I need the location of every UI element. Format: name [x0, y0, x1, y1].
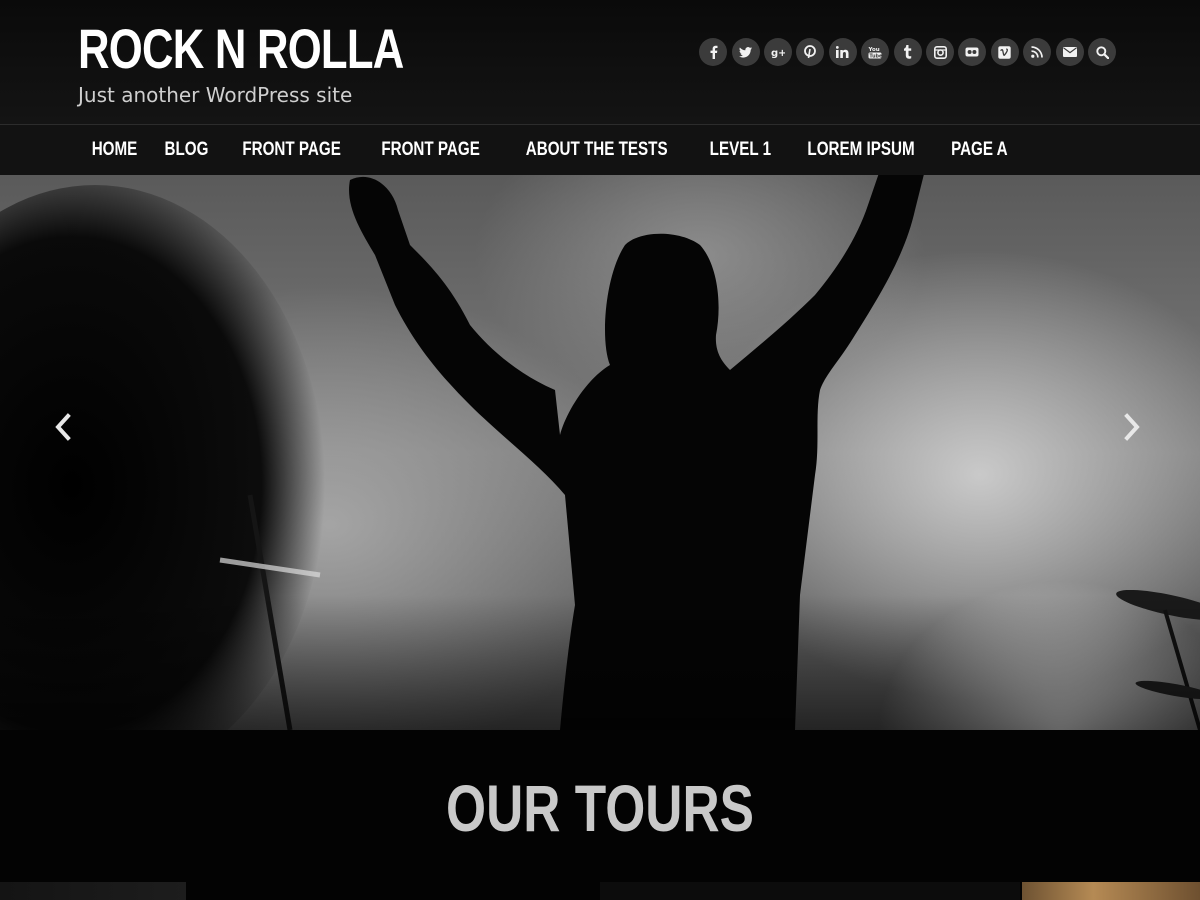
hero-image	[0, 175, 1200, 730]
nav-item-level-1[interactable]: LEVEL 1	[695, 125, 785, 175]
site-tagline: Just another WordPress site	[78, 83, 353, 107]
linkedin-icon[interactable]	[828, 38, 857, 66]
svg-text:Tube: Tube	[870, 53, 883, 59]
nav-item-lorem-ipsum[interactable]: LOREM IPSUM	[793, 125, 929, 175]
facebook-icon[interactable]	[699, 38, 728, 66]
search-icon[interactable]	[1088, 38, 1116, 66]
rss-icon[interactable]	[1023, 38, 1052, 66]
vimeo-icon[interactable]	[990, 38, 1019, 66]
svg-text:You: You	[868, 47, 880, 53]
nav-item-front-page[interactable]: FRONT PAGE	[228, 125, 355, 175]
pinterest-icon[interactable]	[796, 38, 825, 66]
google-plus-icon[interactable]: g+	[764, 38, 793, 66]
chevron-left-icon	[55, 413, 71, 441]
site-title[interactable]: ROCK N ROLLA	[78, 14, 404, 84]
envelope-icon[interactable]	[1055, 38, 1084, 66]
tours-heading: OUR TOURS	[446, 771, 754, 845]
nav-item-blog[interactable]: BLOG	[150, 125, 223, 175]
nav-item-about-the-tests[interactable]: ABOUT THE TESTS	[512, 125, 683, 175]
nav-item-page-a[interactable]: PAGE A	[937, 125, 1022, 175]
nav-menu: HOME BLOG FRONT PAGE FRONT PAGE ABOUT TH…	[0, 125, 1200, 175]
social-links: g+ You Tube	[699, 38, 1116, 66]
tour-thumbnail[interactable]	[0, 882, 186, 900]
svg-text:g+: g+	[771, 48, 785, 58]
tours-section: OUR TOURS	[0, 730, 1200, 900]
slider-prev-button[interactable]	[48, 407, 78, 447]
site-header: ROCK N ROLLA Just another WordPress site…	[0, 0, 1200, 124]
tour-thumbnail[interactable]	[1022, 882, 1200, 900]
youtube-icon[interactable]: You Tube	[861, 38, 890, 66]
main-navigation: HOME BLOG FRONT PAGE FRONT PAGE ABOUT TH…	[0, 124, 1200, 175]
tour-thumbnail[interactable]	[600, 882, 1020, 900]
chevron-right-icon	[1124, 413, 1140, 441]
tumblr-icon[interactable]	[893, 38, 922, 66]
twitter-icon[interactable]	[731, 38, 760, 66]
slider-next-button[interactable]	[1117, 407, 1147, 447]
hero-slider	[0, 175, 1200, 730]
flickr-icon[interactable]	[958, 38, 987, 66]
nav-item-home[interactable]: HOME	[77, 125, 151, 175]
nav-item-front-page-2[interactable]: FRONT PAGE	[367, 125, 494, 175]
instagram-icon[interactable]	[926, 38, 955, 66]
